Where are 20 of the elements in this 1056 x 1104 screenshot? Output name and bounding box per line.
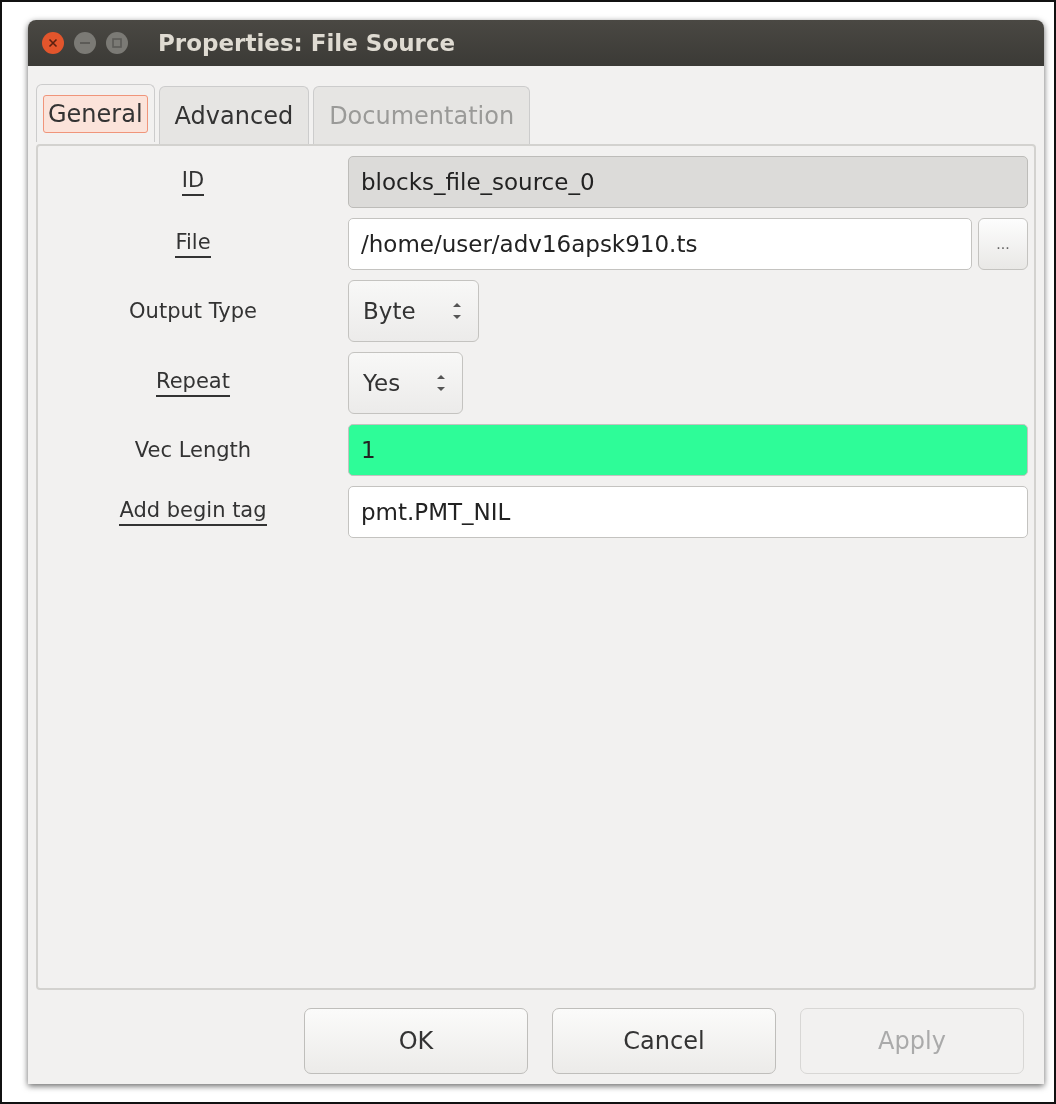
field-label: File [175, 230, 211, 258]
browse-button[interactable]: ... [978, 218, 1028, 270]
dropdown[interactable]: Byte [348, 280, 479, 342]
field-label: Repeat [156, 369, 230, 397]
input-field[interactable]: 1 [348, 424, 1028, 476]
window-title: Properties: File Source [158, 30, 456, 56]
field-label: Vec Length [134, 438, 252, 462]
tab[interactable]: General [36, 84, 155, 142]
field-label: Output Type [129, 299, 257, 323]
tab[interactable]: Advanced [158, 86, 310, 144]
maximize-icon[interactable] [106, 32, 128, 54]
dialog-button[interactable]: Cancel [552, 1008, 776, 1074]
close-icon[interactable] [42, 32, 64, 54]
dialog-button[interactable]: OK [304, 1008, 528, 1074]
input-field[interactable]: pmt.PMT_NIL [348, 486, 1028, 538]
input-field[interactable]: /home/user/adv16apsk910.ts [348, 218, 972, 270]
minimize-icon[interactable] [74, 32, 96, 54]
field-label: Add begin tag [119, 498, 267, 526]
field-label: ID [181, 168, 205, 196]
dropdown[interactable]: Yes [348, 352, 464, 414]
